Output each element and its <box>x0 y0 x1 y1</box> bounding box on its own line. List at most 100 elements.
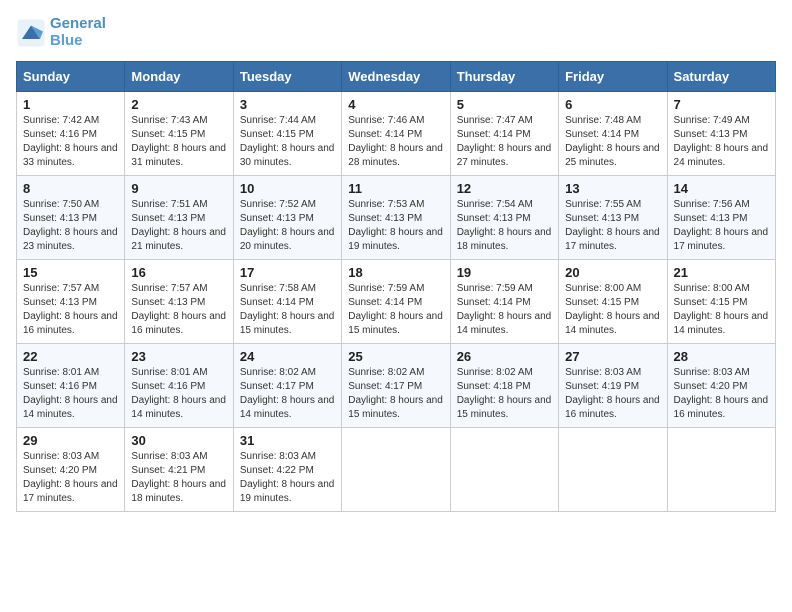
calendar-cell: 22 Sunrise: 8:01 AM Sunset: 4:16 PM Dayl… <box>17 344 125 428</box>
day-info: Sunrise: 7:56 AM Sunset: 4:13 PM Dayligh… <box>674 198 769 254</box>
calendar-cell: 15 Sunrise: 7:57 AM Sunset: 4:13 PM Dayl… <box>17 260 125 344</box>
weekday-saturday: Saturday <box>667 62 775 92</box>
day-number: 21 <box>674 265 769 280</box>
calendar-cell: 13 Sunrise: 7:55 AM Sunset: 4:13 PM Dayl… <box>559 176 667 260</box>
calendar-cell: 3 Sunrise: 7:44 AM Sunset: 4:15 PM Dayli… <box>233 92 341 176</box>
day-info: Sunrise: 7:53 AM Sunset: 4:13 PM Dayligh… <box>348 198 443 254</box>
calendar-week-4: 22 Sunrise: 8:01 AM Sunset: 4:16 PM Dayl… <box>17 344 776 428</box>
day-number: 8 <box>23 181 118 196</box>
logo-text: General Blue <box>50 16 106 49</box>
day-number: 16 <box>131 265 226 280</box>
day-number: 14 <box>674 181 769 196</box>
calendar-week-5: 29 Sunrise: 8:03 AM Sunset: 4:20 PM Dayl… <box>17 428 776 512</box>
day-info: Sunrise: 7:57 AM Sunset: 4:13 PM Dayligh… <box>23 282 118 338</box>
calendar-table: SundayMondayTuesdayWednesdayThursdayFrid… <box>16 61 776 512</box>
day-number: 11 <box>348 181 443 196</box>
calendar-cell: 4 Sunrise: 7:46 AM Sunset: 4:14 PM Dayli… <box>342 92 450 176</box>
day-number: 28 <box>674 349 769 364</box>
day-info: Sunrise: 8:03 AM Sunset: 4:22 PM Dayligh… <box>240 450 335 506</box>
day-info: Sunrise: 7:52 AM Sunset: 4:13 PM Dayligh… <box>240 198 335 254</box>
calendar-cell: 1 Sunrise: 7:42 AM Sunset: 4:16 PM Dayli… <box>17 92 125 176</box>
day-info: Sunrise: 7:51 AM Sunset: 4:13 PM Dayligh… <box>131 198 226 254</box>
calendar-cell: 7 Sunrise: 7:49 AM Sunset: 4:13 PM Dayli… <box>667 92 775 176</box>
calendar-cell: 5 Sunrise: 7:47 AM Sunset: 4:14 PM Dayli… <box>450 92 558 176</box>
day-info: Sunrise: 8:02 AM Sunset: 4:17 PM Dayligh… <box>348 366 443 422</box>
day-info: Sunrise: 7:50 AM Sunset: 4:13 PM Dayligh… <box>23 198 118 254</box>
day-number: 15 <box>23 265 118 280</box>
day-info: Sunrise: 8:00 AM Sunset: 4:15 PM Dayligh… <box>674 282 769 338</box>
calendar-cell: 30 Sunrise: 8:03 AM Sunset: 4:21 PM Dayl… <box>125 428 233 512</box>
day-info: Sunrise: 7:58 AM Sunset: 4:14 PM Dayligh… <box>240 282 335 338</box>
day-number: 25 <box>348 349 443 364</box>
day-number: 5 <box>457 97 552 112</box>
calendar-cell: 14 Sunrise: 7:56 AM Sunset: 4:13 PM Dayl… <box>667 176 775 260</box>
day-number: 17 <box>240 265 335 280</box>
day-info: Sunrise: 8:03 AM Sunset: 4:20 PM Dayligh… <box>674 366 769 422</box>
day-info: Sunrise: 7:46 AM Sunset: 4:14 PM Dayligh… <box>348 114 443 170</box>
calendar-cell: 29 Sunrise: 8:03 AM Sunset: 4:20 PM Dayl… <box>17 428 125 512</box>
calendar-cell: 16 Sunrise: 7:57 AM Sunset: 4:13 PM Dayl… <box>125 260 233 344</box>
day-info: Sunrise: 8:02 AM Sunset: 4:17 PM Dayligh… <box>240 366 335 422</box>
day-number: 27 <box>565 349 660 364</box>
day-info: Sunrise: 8:03 AM Sunset: 4:20 PM Dayligh… <box>23 450 118 506</box>
day-info: Sunrise: 8:01 AM Sunset: 4:16 PM Dayligh… <box>131 366 226 422</box>
day-info: Sunrise: 7:59 AM Sunset: 4:14 PM Dayligh… <box>457 282 552 338</box>
calendar-week-1: 1 Sunrise: 7:42 AM Sunset: 4:16 PM Dayli… <box>17 92 776 176</box>
day-number: 29 <box>23 433 118 448</box>
day-info: Sunrise: 7:47 AM Sunset: 4:14 PM Dayligh… <box>457 114 552 170</box>
day-info: Sunrise: 8:02 AM Sunset: 4:18 PM Dayligh… <box>457 366 552 422</box>
calendar-cell: 19 Sunrise: 7:59 AM Sunset: 4:14 PM Dayl… <box>450 260 558 344</box>
day-number: 9 <box>131 181 226 196</box>
weekday-monday: Monday <box>125 62 233 92</box>
calendar-cell: 2 Sunrise: 7:43 AM Sunset: 4:15 PM Dayli… <box>125 92 233 176</box>
day-info: Sunrise: 7:54 AM Sunset: 4:13 PM Dayligh… <box>457 198 552 254</box>
day-number: 10 <box>240 181 335 196</box>
day-number: 7 <box>674 97 769 112</box>
day-info: Sunrise: 7:42 AM Sunset: 4:16 PM Dayligh… <box>23 114 118 170</box>
calendar-cell: 11 Sunrise: 7:53 AM Sunset: 4:13 PM Dayl… <box>342 176 450 260</box>
logo: General Blue <box>16 16 106 49</box>
day-number: 20 <box>565 265 660 280</box>
day-info: Sunrise: 7:48 AM Sunset: 4:14 PM Dayligh… <box>565 114 660 170</box>
calendar-cell: 25 Sunrise: 8:02 AM Sunset: 4:17 PM Dayl… <box>342 344 450 428</box>
day-info: Sunrise: 7:57 AM Sunset: 4:13 PM Dayligh… <box>131 282 226 338</box>
day-info: Sunrise: 8:03 AM Sunset: 4:19 PM Dayligh… <box>565 366 660 422</box>
weekday-wednesday: Wednesday <box>342 62 450 92</box>
calendar-body: 1 Sunrise: 7:42 AM Sunset: 4:16 PM Dayli… <box>17 92 776 512</box>
day-number: 13 <box>565 181 660 196</box>
day-info: Sunrise: 7:44 AM Sunset: 4:15 PM Dayligh… <box>240 114 335 170</box>
day-number: 31 <box>240 433 335 448</box>
calendar-cell: 17 Sunrise: 7:58 AM Sunset: 4:14 PM Dayl… <box>233 260 341 344</box>
calendar-cell: 18 Sunrise: 7:59 AM Sunset: 4:14 PM Dayl… <box>342 260 450 344</box>
calendar-cell <box>559 428 667 512</box>
day-number: 3 <box>240 97 335 112</box>
calendar-cell <box>667 428 775 512</box>
calendar-cell <box>450 428 558 512</box>
calendar-cell: 12 Sunrise: 7:54 AM Sunset: 4:13 PM Dayl… <box>450 176 558 260</box>
day-number: 6 <box>565 97 660 112</box>
calendar-cell: 31 Sunrise: 8:03 AM Sunset: 4:22 PM Dayl… <box>233 428 341 512</box>
day-number: 12 <box>457 181 552 196</box>
day-info: Sunrise: 7:59 AM Sunset: 4:14 PM Dayligh… <box>348 282 443 338</box>
day-info: Sunrise: 8:01 AM Sunset: 4:16 PM Dayligh… <box>23 366 118 422</box>
calendar-cell: 26 Sunrise: 8:02 AM Sunset: 4:18 PM Dayl… <box>450 344 558 428</box>
day-info: Sunrise: 7:49 AM Sunset: 4:13 PM Dayligh… <box>674 114 769 170</box>
logo-icon <box>16 18 46 48</box>
calendar-cell <box>342 428 450 512</box>
calendar-week-2: 8 Sunrise: 7:50 AM Sunset: 4:13 PM Dayli… <box>17 176 776 260</box>
weekday-thursday: Thursday <box>450 62 558 92</box>
calendar-cell: 10 Sunrise: 7:52 AM Sunset: 4:13 PM Dayl… <box>233 176 341 260</box>
page-header: General Blue <box>16 16 776 49</box>
calendar-cell: 21 Sunrise: 8:00 AM Sunset: 4:15 PM Dayl… <box>667 260 775 344</box>
day-number: 22 <box>23 349 118 364</box>
calendar-week-3: 15 Sunrise: 7:57 AM Sunset: 4:13 PM Dayl… <box>17 260 776 344</box>
calendar-cell: 23 Sunrise: 8:01 AM Sunset: 4:16 PM Dayl… <box>125 344 233 428</box>
calendar-cell: 28 Sunrise: 8:03 AM Sunset: 4:20 PM Dayl… <box>667 344 775 428</box>
weekday-friday: Friday <box>559 62 667 92</box>
day-number: 2 <box>131 97 226 112</box>
day-info: Sunrise: 8:00 AM Sunset: 4:15 PM Dayligh… <box>565 282 660 338</box>
calendar-cell: 24 Sunrise: 8:02 AM Sunset: 4:17 PM Dayl… <box>233 344 341 428</box>
day-number: 18 <box>348 265 443 280</box>
weekday-sunday: Sunday <box>17 62 125 92</box>
day-number: 1 <box>23 97 118 112</box>
